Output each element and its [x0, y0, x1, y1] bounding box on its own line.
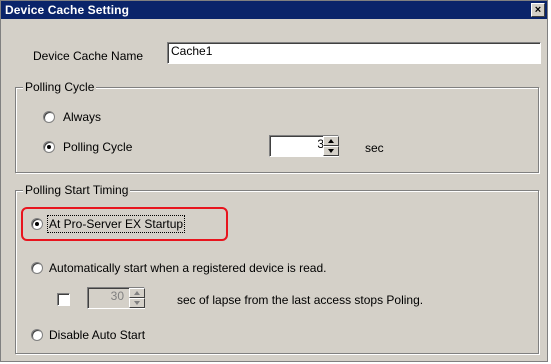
lapse-value: 30 [110, 289, 124, 303]
radio-polling-cycle-button[interactable] [43, 141, 55, 153]
lapse-spin-down-icon[interactable] [129, 298, 145, 308]
radio-startup-button[interactable] [31, 218, 43, 230]
polling-cycle-group [15, 87, 539, 173]
spin-up-icon[interactable] [323, 136, 339, 146]
polling-cycle-unit: sec [365, 141, 384, 155]
title-bar: Device Cache Setting × [1, 1, 547, 19]
lapse-spinner[interactable] [129, 288, 145, 308]
radio-startup-label: At Pro-Server EX Startup [46, 215, 186, 233]
polling-cycle-spinner[interactable] [323, 136, 339, 156]
polling-start-timing-group-title: Polling Start Timing [23, 183, 131, 197]
device-cache-name-label: Device Cache Name [33, 49, 144, 63]
radio-polling-cycle-label: Polling Cycle [63, 140, 133, 154]
polling-cycle-group-title: Polling Cycle [23, 80, 97, 94]
window-title: Device Cache Setting [5, 3, 130, 17]
lapse-spin-up-icon[interactable] [129, 288, 145, 298]
radio-auto-start-button[interactable] [31, 262, 43, 274]
device-cache-setting-dialog: Device Cache Setting × Device Cache Name… [0, 0, 548, 362]
radio-always-button[interactable] [43, 111, 55, 123]
radio-auto-start-label: Automatically start when a registered de… [49, 261, 327, 275]
close-icon[interactable]: × [531, 3, 545, 17]
radio-disable-auto-start-label: Disable Auto Start [49, 328, 146, 342]
spin-down-icon[interactable] [323, 146, 339, 156]
device-cache-name-input[interactable]: Cache1 [167, 42, 541, 64]
lapse-checkbox[interactable] [57, 293, 70, 306]
device-cache-name-value: Cache1 [171, 44, 213, 58]
radio-disable-auto-start-button[interactable] [31, 329, 43, 341]
lapse-description: sec of lapse from the last access stops … [177, 293, 424, 307]
radio-always-label: Always [63, 110, 102, 124]
